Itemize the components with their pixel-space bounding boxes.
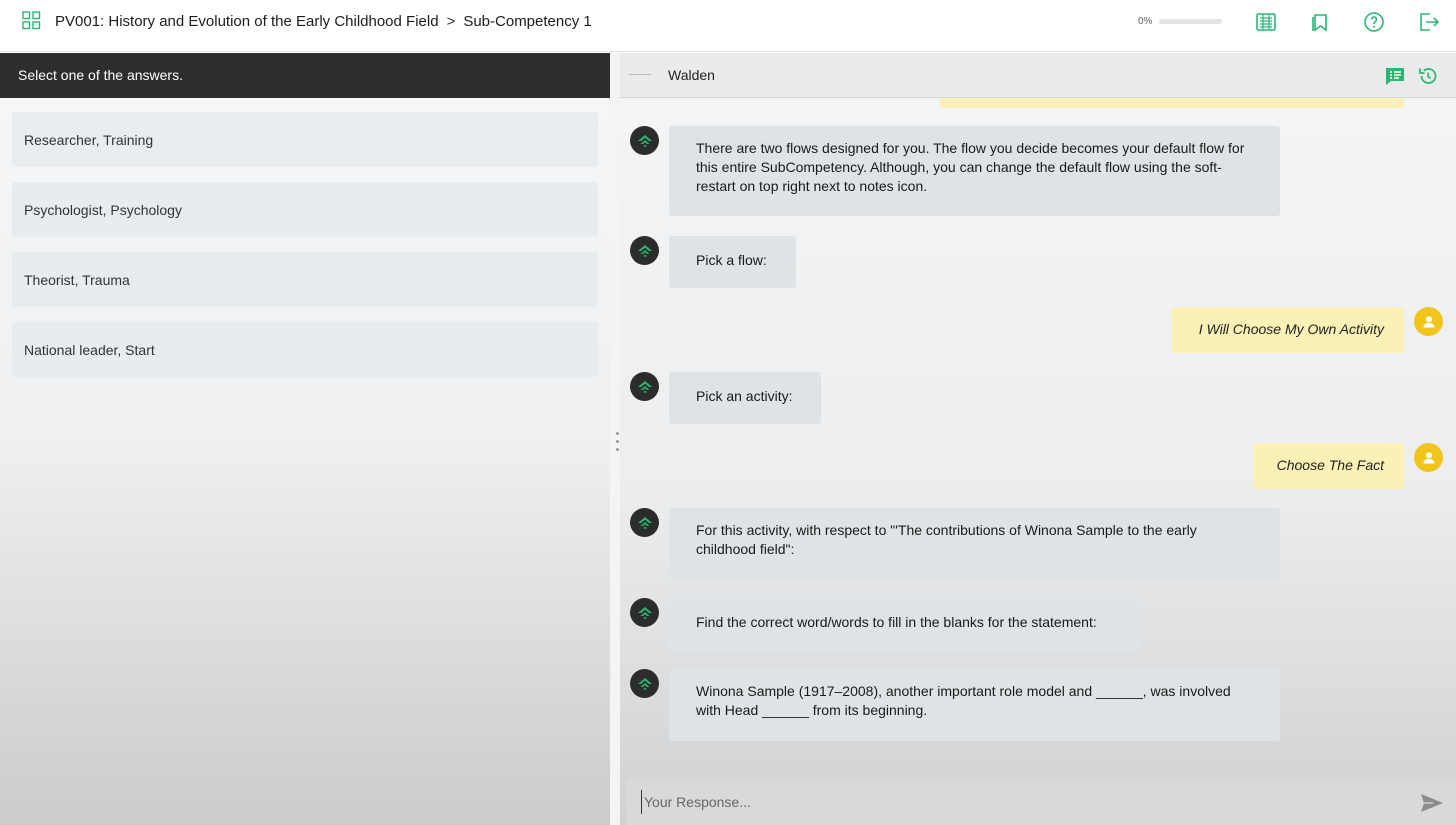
user-message: Choose The Fact bbox=[1253, 443, 1404, 489]
user-message: I Will Choose My Own Activity bbox=[1172, 307, 1404, 353]
answers-instruction: Select one of the answers. bbox=[0, 53, 610, 98]
bot-logo-icon bbox=[637, 606, 652, 618]
bot-logo-icon bbox=[637, 244, 652, 256]
bot-message: Find the correct word/words to fill in t… bbox=[669, 598, 1139, 650]
notes-icon[interactable] bbox=[1255, 11, 1277, 33]
breadcrumb: PV001: History and Evolution of the Earl… bbox=[55, 13, 592, 30]
bot-logo-icon bbox=[637, 380, 652, 392]
answer-option[interactable]: Psychologist, Psychology bbox=[12, 182, 598, 237]
response-input[interactable] bbox=[641, 790, 1401, 814]
breadcrumb-separator: > bbox=[446, 13, 456, 30]
chat-panel: Walden There are two flows designed for … bbox=[620, 53, 1456, 825]
help-icon[interactable] bbox=[1363, 11, 1385, 33]
top-bar: PV001: History and Evolution of the Earl… bbox=[0, 0, 1456, 52]
bot-avatar bbox=[630, 126, 659, 155]
bot-message: Pick a flow: bbox=[669, 236, 796, 288]
bot-avatar bbox=[630, 236, 659, 265]
header-divider-line bbox=[629, 74, 651, 75]
progress-label: 0% bbox=[1138, 16, 1153, 27]
user-icon bbox=[1423, 451, 1434, 463]
send-icon[interactable] bbox=[1420, 792, 1444, 814]
bot-avatar bbox=[630, 669, 659, 698]
bot-logo-icon bbox=[637, 516, 652, 528]
progress-bar bbox=[1159, 19, 1222, 24]
chat-header: Walden bbox=[620, 53, 1456, 98]
bot-message: There are two flows designed for you. Th… bbox=[669, 126, 1280, 216]
user-avatar bbox=[1414, 443, 1443, 472]
bot-avatar bbox=[630, 598, 659, 627]
user-icon bbox=[1423, 315, 1434, 327]
bot-avatar bbox=[630, 372, 659, 401]
course-title[interactable]: PV001: History and Evolution of the Earl… bbox=[55, 13, 439, 30]
bot-name: Walden bbox=[668, 67, 715, 83]
bot-logo-icon bbox=[637, 677, 652, 689]
answers-panel: Select one of the answers. Researcher, T… bbox=[0, 53, 610, 825]
bookmark-icon[interactable] bbox=[1309, 11, 1331, 33]
bot-message: For this activity, with respect to "'The… bbox=[669, 508, 1280, 579]
bot-avatar bbox=[630, 508, 659, 537]
logout-icon[interactable] bbox=[1418, 11, 1440, 33]
answer-option[interactable]: National leader, Start bbox=[12, 322, 598, 377]
notes-icon[interactable] bbox=[1384, 65, 1406, 87]
response-bar bbox=[626, 779, 1456, 825]
bot-message: Winona Sample (1917–2008), another impor… bbox=[669, 669, 1280, 741]
bot-logo-icon bbox=[637, 134, 652, 146]
previous-message-edge bbox=[940, 98, 1404, 108]
soft-restart-icon[interactable] bbox=[1417, 65, 1439, 87]
answer-option[interactable]: Researcher, Training bbox=[12, 112, 598, 167]
user-avatar bbox=[1414, 307, 1443, 336]
answer-option[interactable]: Theorist, Trauma bbox=[12, 252, 598, 307]
sub-competency-title: Sub-Competency 1 bbox=[463, 13, 592, 30]
grid-icon[interactable] bbox=[22, 11, 41, 30]
bot-message: Pick an activity: bbox=[669, 372, 821, 424]
